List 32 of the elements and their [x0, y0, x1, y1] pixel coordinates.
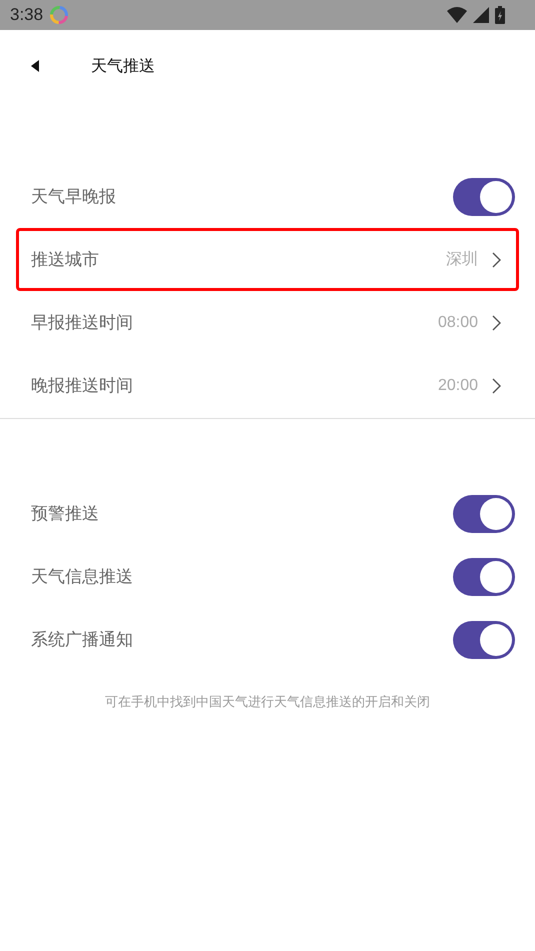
chevron-icon: [492, 314, 501, 330]
row-value: 08:00: [438, 314, 478, 332]
signal-icon: [473, 7, 489, 23]
pinwheel-icon: [49, 5, 70, 25]
settings-row[interactable]: 预警推送: [16, 482, 519, 545]
row-value: 20:00: [438, 376, 478, 394]
row-label: 天气早晚报: [31, 186, 117, 208]
settings-row[interactable]: 系统广播通知: [16, 608, 519, 671]
footnote: 可在手机中找到中国天气进行天气信息推送的开启和关闭: [104, 694, 431, 711]
row-value: 深圳: [446, 250, 478, 270]
toggle-switch[interactable]: [453, 620, 515, 658]
settings-row[interactable]: 天气早晚报: [16, 165, 519, 228]
row-label: 预警推送: [31, 503, 100, 525]
row-label: 推送城市: [31, 249, 100, 271]
row-label: 天气信息推送: [31, 566, 134, 588]
wifi-icon: [447, 7, 467, 23]
chevron-icon: [492, 378, 501, 394]
page-title: 天气推送: [91, 56, 155, 76]
toggle-switch[interactable]: [453, 494, 515, 532]
toggle-switch[interactable]: [453, 178, 515, 216]
settings-row[interactable]: 天气信息推送: [16, 545, 519, 608]
settings-row[interactable]: 早报推送时间 08:00: [16, 291, 519, 354]
battery-icon: [495, 6, 505, 24]
row-label: 早报推送时间: [31, 312, 134, 334]
chevron-icon: [492, 252, 501, 268]
settings-row[interactable]: 晚报推送时间 20:00: [16, 354, 519, 417]
status-time: 3:38: [10, 5, 44, 25]
toggle-switch[interactable]: [453, 558, 515, 596]
row-label: 晚报推送时间: [31, 375, 134, 397]
row-label: 系统广播通知: [31, 629, 134, 651]
back-icon[interactable]: [31, 60, 39, 72]
settings-row[interactable]: 推送城市 深圳: [16, 228, 519, 291]
